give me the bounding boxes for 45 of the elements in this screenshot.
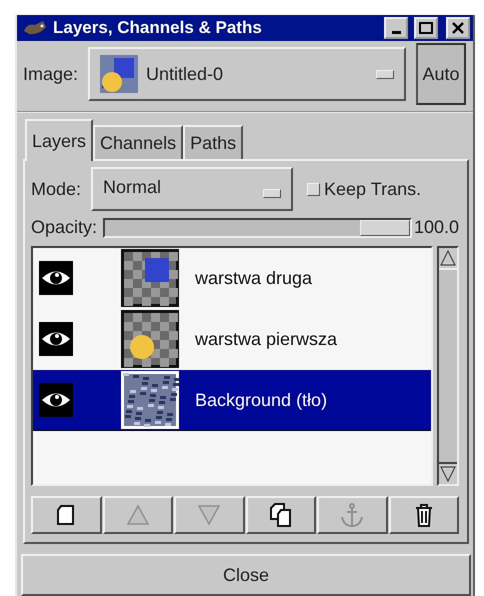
- layer-row[interactable]: warstwa druga: [33, 248, 431, 310]
- auto-button[interactable]: Auto: [416, 43, 466, 106]
- layer-name: warstwa druga: [195, 268, 312, 289]
- maximize-button[interactable]: [414, 17, 438, 40]
- layer-thumbnail: [121, 310, 179, 368]
- new-button[interactable]: [31, 496, 102, 534]
- duplicate-button[interactable]: [246, 496, 316, 534]
- duplicate-icon: [268, 502, 294, 528]
- layer-name: warstwa pierwsza: [195, 328, 338, 350]
- tab[interactable]: Layers: [25, 119, 94, 162]
- tab[interactable]: Paths: [183, 125, 244, 160]
- delete-button[interactable]: [388, 496, 459, 534]
- menu-indicator: [263, 188, 282, 198]
- scrollbar[interactable]: [437, 246, 459, 486]
- close-window-button[interactable]: [446, 17, 470, 40]
- layer-row[interactable]: Background (tło): [33, 370, 431, 432]
- opacity-label: Opacity:: [31, 217, 98, 238]
- layer-name: Background (tło): [195, 390, 328, 411]
- anchor-icon: [339, 502, 366, 528]
- scroll-down-icon[interactable]: [439, 464, 457, 484]
- eye-icon[interactable]: [39, 383, 73, 418]
- scroll-up-icon[interactable]: [439, 248, 457, 268]
- close-button[interactable]: Close: [21, 554, 471, 596]
- tab[interactable]: Channels: [93, 125, 184, 160]
- opacity-slider[interactable]: [103, 218, 412, 238]
- eye-icon[interactable]: [39, 322, 73, 356]
- minimize-icon: [392, 30, 400, 34]
- minimize-button[interactable]: [384, 17, 408, 40]
- eye-icon[interactable]: [39, 261, 73, 296]
- menu-indicator: [376, 70, 394, 79]
- mode-label: Mode:: [31, 178, 82, 200]
- layer-thumbnail: [121, 371, 179, 430]
- checkbox[interactable]: [307, 182, 320, 196]
- layer-thumbnail: [121, 249, 179, 308]
- close-icon: [452, 22, 464, 34]
- keep-trans-label: Keep Trans.: [324, 178, 422, 200]
- opacity-value: 100.0: [414, 217, 459, 238]
- slider-thumb[interactable]: [360, 220, 410, 236]
- image-menu[interactable]: Untitled-0: [88, 47, 406, 102]
- layer-row[interactable]: warstwa pierwsza: [33, 309, 431, 370]
- maximize-icon: [419, 22, 433, 34]
- image-thumbnail: [100, 55, 138, 94]
- mode-menu[interactable]: Normal: [91, 167, 294, 212]
- window-title: Layers, Channels & Paths: [53, 18, 263, 38]
- image-label: Image:: [23, 64, 78, 85]
